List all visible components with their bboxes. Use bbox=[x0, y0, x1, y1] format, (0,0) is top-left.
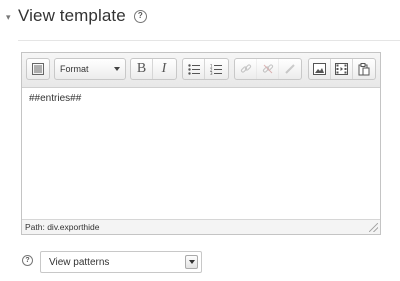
image-icon bbox=[313, 63, 326, 75]
dropdown-arrow-icon bbox=[185, 255, 198, 269]
element-path[interactable]: Path: div.exporthide bbox=[25, 222, 100, 232]
anchor-icon bbox=[285, 64, 295, 74]
paste-button[interactable] bbox=[353, 59, 375, 79]
toolbar-group-lists: 1 2 3 bbox=[182, 58, 229, 80]
section-title[interactable]: View template bbox=[18, 6, 126, 26]
section-header: ▾ View template ? bbox=[6, 3, 147, 29]
ordered-list-icon: 1 2 3 bbox=[210, 64, 222, 75]
unordered-list-button[interactable] bbox=[183, 59, 205, 79]
format-dropdown[interactable]: Format bbox=[54, 58, 126, 80]
bold-icon: B bbox=[136, 61, 147, 76]
html-editor: Format B I 1 2 3 ##entries## Path: div.e… bbox=[21, 52, 381, 235]
toolbar-group-text: B I bbox=[130, 58, 177, 80]
toolbar-group-media bbox=[308, 58, 376, 80]
link-icon bbox=[240, 64, 251, 73]
unordered-list-icon bbox=[187, 63, 200, 75]
media-icon bbox=[335, 63, 348, 75]
media-button[interactable] bbox=[331, 59, 353, 79]
view-patterns-selected: View patterns bbox=[49, 256, 110, 268]
svg-text:3: 3 bbox=[210, 71, 213, 75]
chevron-down-icon bbox=[114, 67, 120, 71]
view-patterns-select[interactable]: View patterns bbox=[40, 251, 202, 273]
editor-statusbar: Path: div.exporthide bbox=[22, 219, 380, 234]
anchor-button[interactable] bbox=[279, 59, 301, 79]
unlink-button[interactable] bbox=[257, 59, 279, 79]
toolbar-toggle-button[interactable] bbox=[27, 59, 49, 79]
resize-grip-icon[interactable] bbox=[369, 223, 378, 232]
unlink-icon bbox=[262, 64, 273, 74]
bold-button[interactable]: B bbox=[131, 59, 153, 79]
format-dropdown-label: Format bbox=[60, 64, 89, 74]
link-button[interactable] bbox=[235, 59, 257, 79]
toolbar-toggle-icon bbox=[32, 63, 44, 75]
editor-toolbar: Format B I 1 2 3 bbox=[22, 53, 380, 88]
toolbar-group-toggle bbox=[26, 58, 50, 80]
section-divider bbox=[18, 40, 400, 41]
image-button[interactable] bbox=[309, 59, 331, 79]
editor-content-area[interactable]: ##entries## bbox=[22, 88, 380, 218]
toolbar-group-links bbox=[234, 58, 302, 80]
collapse-toggle-icon[interactable]: ▾ bbox=[6, 12, 16, 23]
ordered-list-button[interactable]: 1 2 3 bbox=[205, 59, 227, 79]
paste-icon bbox=[358, 62, 370, 75]
italic-button[interactable]: I bbox=[153, 59, 175, 79]
patterns-help-icon[interactable]: ? bbox=[22, 255, 33, 266]
italic-icon: I bbox=[161, 61, 167, 76]
help-icon[interactable]: ? bbox=[133, 9, 147, 23]
